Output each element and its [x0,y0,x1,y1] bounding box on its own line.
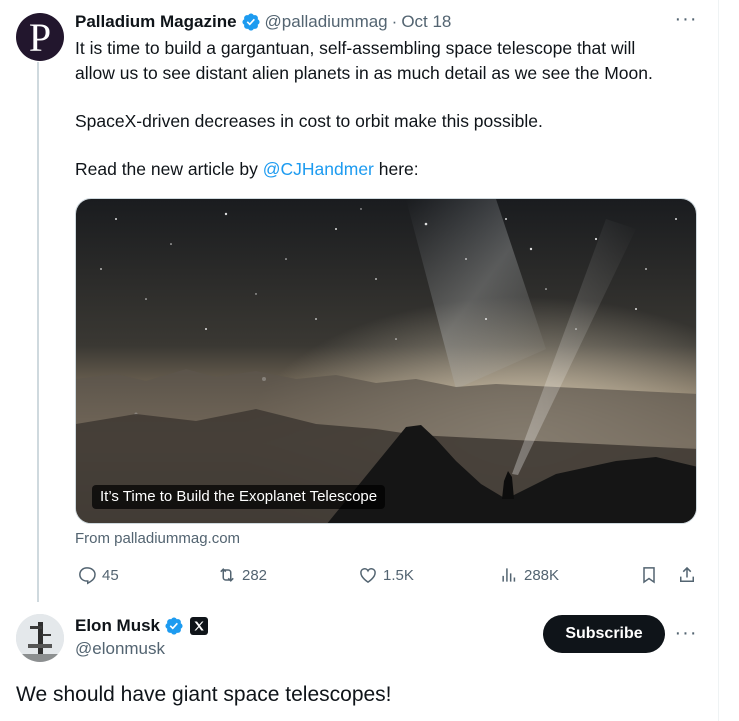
timeline-border [718,0,719,721]
reply-count: 45 [102,566,119,584]
views-icon [502,568,516,582]
like-icon [360,568,376,583]
card-source[interactable]: From palladiummag.com [75,530,240,547]
share-button[interactable] [677,564,697,586]
mention-link[interactable]: @CJHandmer [263,159,374,179]
views-button[interactable]: 288K [499,564,559,586]
subscribe-button[interactable]: Subscribe [543,615,665,653]
author-name[interactable]: Palladium Magazine [75,12,237,32]
palladium-avatar[interactable]: P [16,13,64,61]
more-icon[interactable]: ··· [672,623,700,646]
tweet1-text-line-1: It is time to build a gargantuan, self-a… [75,38,636,58]
x-logo-icon[interactable] [190,617,209,635]
reply-button[interactable]: 45 [77,564,119,586]
share-icon [680,566,694,582]
elon-musk-avatar[interactable] [16,614,64,662]
card-image-night-sky [76,199,696,523]
bookmark-button[interactable] [639,564,659,586]
tweet1-text-line-3: SpaceX-driven decreases in cost to orbit… [75,111,543,131]
separator-dot: · [391,12,398,31]
views-count: 288K [524,566,560,584]
verified-badge-icon[interactable] [164,616,184,636]
more-icon[interactable]: ··· [672,9,700,32]
tweet-date[interactable]: Oct 18 [401,12,451,32]
thread-connector-line [37,62,39,602]
read-prefix: Read the new article by [75,159,263,179]
author-handle[interactable]: @elonmusk [75,639,165,659]
bookmark-icon [643,567,655,584]
card-title: It’s Time to Build the Exoplanet Telesco… [92,485,386,509]
tweet1-text-line-4: Read the new article by @CJHandmer here: [75,159,419,180]
reply-icon [79,567,96,585]
author-name[interactable]: Elon Musk [75,616,160,636]
tweet1-header: Palladium Magazine @palladiummag · Oct 1… [75,11,451,33]
tweet2-header: Elon Musk [75,615,209,637]
tweet1-text-line-2: allow us to see distant alien planets in… [75,63,653,83]
like-button[interactable]: 1.5K [358,564,414,586]
tweet2-text: We should have giant space telescopes! [16,683,392,706]
author-handle[interactable]: @palladiummag [265,12,388,32]
link-card[interactable]: It’s Time to Build the Exoplanet Telesco… [75,198,697,524]
like-count: 1.5K [383,566,414,584]
retweet-button[interactable]: 282 [217,564,267,586]
retweet-count: 282 [242,566,268,584]
verified-badge-icon[interactable] [241,12,261,32]
avatar-letter: P [28,15,52,60]
read-suffix: here: [373,159,419,179]
retweet-icon [220,568,234,582]
